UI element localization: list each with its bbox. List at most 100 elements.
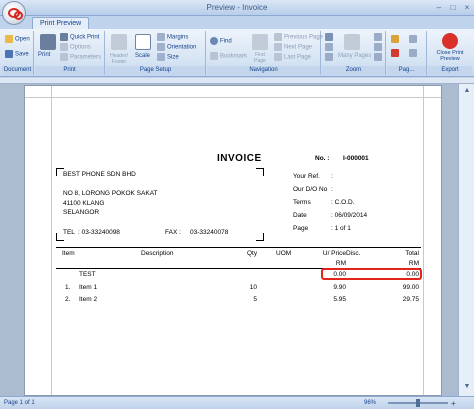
col-header-uom: UOM <box>276 250 292 257</box>
close-print-preview-button[interactable]: Close Print Preview <box>430 50 470 62</box>
meta-label-your-ref: Your Ref. <box>293 173 320 180</box>
invoice-no-value: I-000001 <box>343 155 369 162</box>
header-footer-button[interactable]: Header/ Footer <box>107 53 131 65</box>
col-header-total: Total <box>405 250 419 257</box>
customer-name: BEST PHONE SDN BHD <box>63 171 136 178</box>
page-color-icon[interactable] <box>391 35 399 43</box>
open-button[interactable]: Open <box>5 35 30 44</box>
col-header-total-unit: RM <box>408 260 419 267</box>
tab-print-preview[interactable]: Print Preview <box>32 17 90 29</box>
meta-value-page: : 1 of 1 <box>331 225 351 232</box>
last-page-button[interactable]: Last Page <box>274 53 311 62</box>
meta-value-your-ref: : <box>331 173 333 180</box>
document-area: ▲ ▼ INVOICE No. : I-000001 BEST PHONE SD… <box>0 78 474 396</box>
zoom-in-icon[interactable] <box>374 43 382 51</box>
pointer-icon[interactable] <box>325 33 333 41</box>
status-page-indicator: Page 1 of 1 <box>4 400 35 406</box>
first-page-button[interactable]: First Page <box>249 52 271 64</box>
meta-label-page: Page <box>293 225 309 232</box>
export-pdf-icon[interactable] <box>409 35 417 43</box>
group-page-background: Pag... <box>387 31 427 75</box>
quick-print-icon <box>60 33 68 41</box>
vertical-scrollbar[interactable]: ▲ ▼ <box>458 84 474 396</box>
size-button[interactable]: Size <box>157 53 179 62</box>
red-highlight-box <box>321 268 422 280</box>
magnifier-icon[interactable] <box>325 53 333 61</box>
fax-label: FAX : <box>165 229 181 236</box>
row-2-number: 2. <box>65 296 71 303</box>
zoom-dropdown-icon[interactable] <box>374 53 382 61</box>
group-document: Open Save Document <box>2 31 34 75</box>
tel-value: : 03-33240098 <box>78 229 120 236</box>
send-email-icon[interactable] <box>409 49 417 57</box>
application-menu-button[interactable] <box>2 1 26 25</box>
orientation-icon <box>157 43 165 51</box>
row-2-description: Item 2 <box>79 296 98 303</box>
col-header-description: Description <box>141 250 174 257</box>
group-label-document: Document <box>2 66 33 75</box>
header-footer-icon <box>111 34 127 50</box>
customer-address-1: NO 8, LORONG POKOK SAKAT <box>63 190 158 197</box>
group-label-print: Print <box>35 66 104 75</box>
scroll-down-icon[interactable]: ▼ <box>462 382 472 392</box>
invoice-no-label: No. : <box>315 155 330 162</box>
folder-open-icon <box>5 35 13 43</box>
group-zoom: Many Pages Zoom <box>322 31 386 75</box>
header-rule-top <box>56 247 421 248</box>
margins-icon <box>157 33 165 41</box>
first-page-icon <box>252 34 268 50</box>
horizontal-ruler <box>0 78 474 84</box>
hand-tool-icon[interactable] <box>325 43 333 51</box>
maximize-button[interactable]: □ <box>447 2 459 13</box>
row-1-total: 99.00 <box>402 284 419 291</box>
save-button[interactable]: Save <box>5 50 29 59</box>
scale-icon <box>135 34 151 50</box>
print-button[interactable]: Print <box>38 52 50 58</box>
zoom-out-icon[interactable] <box>374 33 382 41</box>
parameters-icon <box>60 53 68 61</box>
printer-icon <box>40 34 56 50</box>
col-header-qty: Qty <box>247 250 258 257</box>
find-button[interactable]: Find <box>210 37 232 46</box>
previous-page-button[interactable]: Previous Page <box>274 33 323 42</box>
close-window-button[interactable]: × <box>461 2 473 13</box>
save-disk-icon <box>5 50 13 58</box>
meta-value-terms: : C.O.D. <box>331 199 355 206</box>
parameters-button[interactable]: Parameters <box>60 53 101 62</box>
row-2-qty: 5 <box>253 296 257 303</box>
bookmark-icon <box>210 52 218 60</box>
options-icon <box>60 43 68 51</box>
col-header-item: Item <box>62 250 75 257</box>
customer-address-2: 41100 KLANG <box>63 200 105 207</box>
many-pages-icon <box>344 34 360 50</box>
watermark-icon[interactable] <box>391 49 399 57</box>
options-button[interactable]: Options <box>60 43 91 52</box>
zoom-slider-handle[interactable] <box>416 399 420 407</box>
invoice-page: INVOICE No. : I-000001 BEST PHONE SDN BH… <box>24 85 442 396</box>
address-corner-tr <box>256 168 264 176</box>
meta-value-our-do-no: : <box>331 186 333 193</box>
minimize-button[interactable]: – <box>433 2 445 13</box>
row-0-description: TEST <box>79 271 96 278</box>
group-export: Close Print Preview Export <box>428 31 472 75</box>
many-pages-button[interactable]: Many Pages <box>338 53 371 59</box>
group-page-setup: Header/ Footer Scale Margins Orientation… <box>106 31 206 75</box>
zoom-in-plus-icon[interactable]: + <box>451 399 456 408</box>
address-corner-br <box>256 233 264 241</box>
row-1-qty: 10 <box>249 284 257 291</box>
margins-button[interactable]: Margins <box>157 33 188 42</box>
right-margin-guide <box>423 86 424 395</box>
scroll-up-icon[interactable]: ▲ <box>462 86 472 96</box>
group-navigation: Find Bookmark First Page Previous Page N… <box>207 31 323 75</box>
quick-print-button[interactable]: Quick Print <box>60 33 99 42</box>
group-label-zoom: Zoom <box>322 66 385 75</box>
group-label-page-background: Pag... <box>387 66 426 75</box>
row-2-unit-price: 5.95 <box>333 296 346 303</box>
bookmark-button[interactable]: Bookmark <box>210 52 247 61</box>
top-margin-guide <box>25 97 441 98</box>
orientation-button[interactable]: Orientation <box>157 43 196 52</box>
next-page-button[interactable]: Next Page <box>274 43 312 52</box>
scale-button[interactable]: Scale <box>135 53 150 59</box>
meta-label-terms: Terms <box>293 199 311 206</box>
left-margin-guide <box>51 86 52 395</box>
